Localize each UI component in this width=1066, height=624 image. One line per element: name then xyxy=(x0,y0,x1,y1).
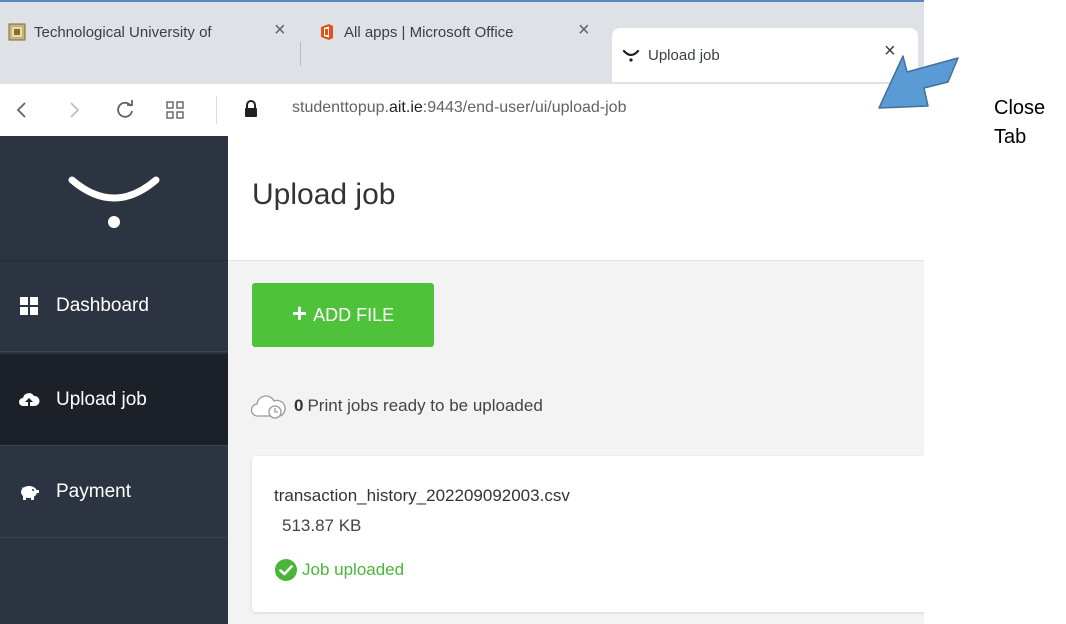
file-card: transaction_history_202209092003.csv 513… xyxy=(252,456,924,612)
annotation-line: Close xyxy=(994,97,1046,119)
annotation-arrow-icon xyxy=(878,55,959,109)
url-host: studenttopup. xyxy=(292,99,389,116)
cloud-upload-icon xyxy=(18,389,40,411)
plus-icon: + xyxy=(291,298,308,328)
back-arrow-icon xyxy=(16,102,26,118)
sidebar-item-label: Payment xyxy=(56,480,131,502)
sidebar-item-upload-job[interactable]: Upload job xyxy=(0,354,228,446)
back-button[interactable] xyxy=(14,84,30,136)
check-circle-icon xyxy=(275,559,297,581)
tu-favicon-icon xyxy=(8,23,26,41)
piggy-bank-icon xyxy=(18,481,40,503)
forward-arrow-icon xyxy=(70,102,80,118)
reload-icon xyxy=(117,100,133,118)
upload-status: Job uploaded xyxy=(274,558,404,582)
annotation-line: Tab xyxy=(994,126,1027,148)
browser-window: Technological University of × All apps |… xyxy=(0,0,924,624)
ysoft-favicon-icon xyxy=(622,49,640,62)
sidebar-item-dashboard[interactable]: Dashboard xyxy=(0,260,228,352)
office-favicon-icon xyxy=(321,24,333,40)
apps-button[interactable] xyxy=(166,84,184,136)
reload-button[interactable] xyxy=(114,84,136,136)
toolbar-divider xyxy=(216,96,217,124)
tab-technological-university[interactable]: Technological University of × xyxy=(8,10,298,54)
cloud-clock-icon xyxy=(250,395,286,419)
tab-title: Upload job xyxy=(648,46,720,64)
add-file-button[interactable]: + ADD FILE xyxy=(252,283,434,347)
url-path: :9443/end-user/ui/upload-job xyxy=(422,99,627,116)
sidebar-item-label: Dashboard xyxy=(56,294,149,316)
ready-jobs-status: 0 Print jobs ready to be uploaded xyxy=(250,392,543,420)
sidebar: Dashboard Upload job Payment xyxy=(0,136,228,624)
tab-close-icon[interactable]: × xyxy=(578,19,590,42)
file-size: 513.87 KB xyxy=(282,516,362,535)
tab-strip: Technological University of × All apps |… xyxy=(0,0,924,84)
tab-upload-job[interactable]: Upload job × xyxy=(612,28,918,82)
ysoft-logo-icon[interactable] xyxy=(66,172,162,230)
page-header: Upload job xyxy=(228,136,924,261)
tab-close-icon[interactable]: × xyxy=(274,19,286,42)
forward-button[interactable] xyxy=(66,84,82,136)
page-title: Upload job xyxy=(252,178,396,211)
tab-separator xyxy=(300,42,301,66)
add-file-label: ADD FILE xyxy=(313,304,395,325)
tab-title: Technological University of xyxy=(34,23,212,41)
file-name: transaction_history_202209092003.csv xyxy=(274,486,570,505)
lock-icon[interactable] xyxy=(244,100,258,118)
ready-count: 0 xyxy=(294,396,304,415)
browser-toolbar: studenttopup.ait.ie:9443/end-user/ui/upl… xyxy=(0,84,924,137)
sidebar-item-payment[interactable]: Payment xyxy=(0,446,228,538)
tab-title: All apps | Microsoft Office xyxy=(344,23,514,41)
logo-area xyxy=(0,136,228,261)
address-bar[interactable]: studenttopup.ait.ie:9443/end-user/ui/upl… xyxy=(292,99,626,117)
ready-text: Print jobs ready to be uploaded xyxy=(307,396,543,415)
grid-icon xyxy=(166,101,184,119)
dashboard-icon xyxy=(18,295,40,317)
tab-microsoft-office[interactable]: All apps | Microsoft Office × xyxy=(318,10,608,54)
sidebar-item-label: Upload job xyxy=(56,388,147,410)
main-content: Upload job + ADD FILE 0 Print jobs ready… xyxy=(228,136,924,624)
close-tab-annotation: Close Tab xyxy=(994,94,1045,152)
upload-status-text: Job uploaded xyxy=(302,560,405,579)
url-domain: ait.ie xyxy=(388,99,423,116)
